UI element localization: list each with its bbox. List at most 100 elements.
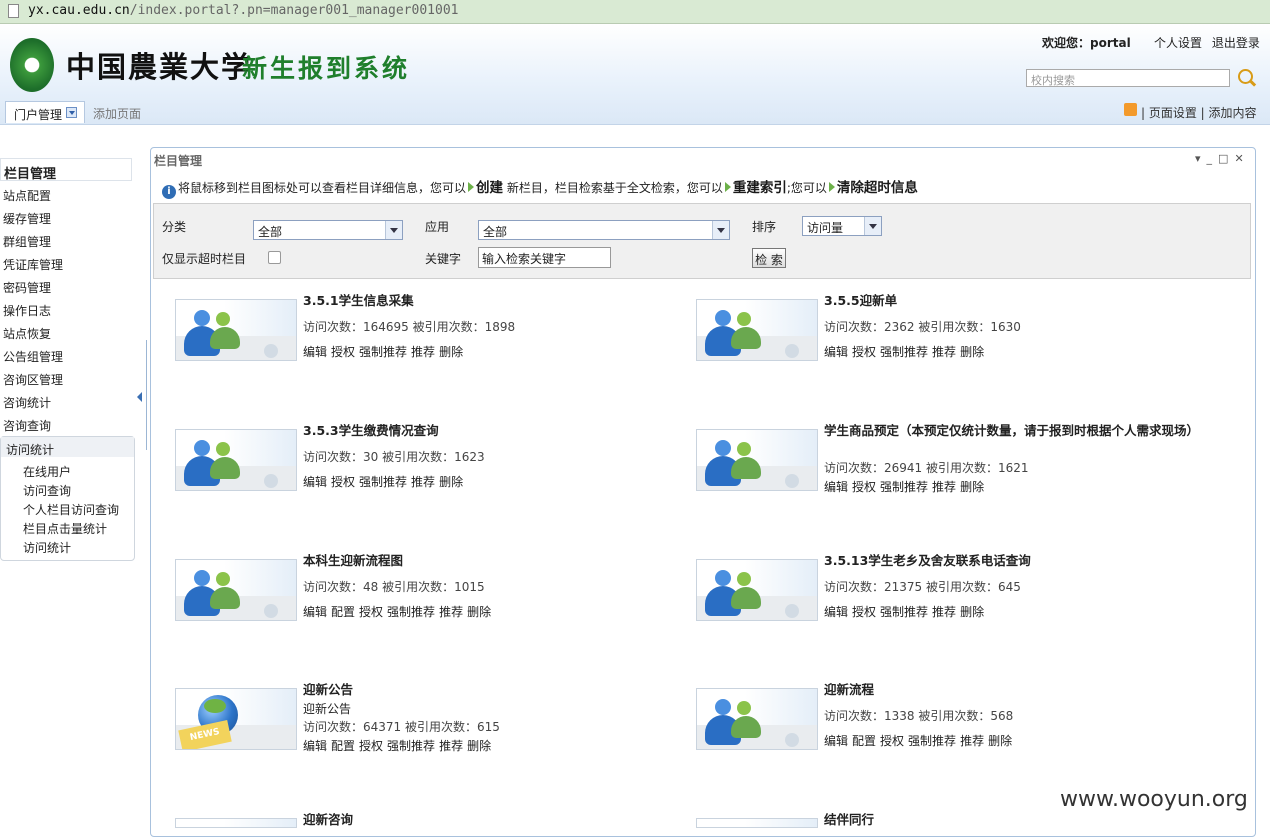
sidebar-item[interactable]: 操作日志 bbox=[3, 302, 51, 319]
item-title[interactable]: 迎新咨询 bbox=[303, 812, 693, 827]
sidebar-splitter[interactable] bbox=[146, 340, 147, 450]
category-select[interactable]: 全部 bbox=[253, 220, 403, 240]
authorize-link[interactable]: 授权 bbox=[852, 605, 876, 619]
item-title[interactable]: 迎新公告 bbox=[303, 682, 693, 697]
sidebar-subitem[interactable]: 在线用户 bbox=[23, 463, 71, 480]
authorize-link[interactable]: 授权 bbox=[331, 475, 355, 489]
maximize-icon[interactable]: □ bbox=[1218, 152, 1228, 165]
force-recommend-link[interactable]: 强制推荐 bbox=[908, 734, 956, 748]
edit-link[interactable]: 编辑 bbox=[824, 345, 848, 359]
site-search-input[interactable]: 校内搜索 bbox=[1026, 69, 1230, 87]
users-icon[interactable] bbox=[696, 818, 818, 828]
delete-link[interactable]: 删除 bbox=[467, 605, 491, 619]
create-link[interactable]: 创建 bbox=[476, 180, 503, 196]
delete-link[interactable]: 删除 bbox=[439, 475, 463, 489]
news-globe-icon[interactable]: NEWS bbox=[175, 688, 297, 750]
minimize-icon[interactable]: _ bbox=[1207, 152, 1213, 165]
force-recommend-link[interactable]: 强制推荐 bbox=[880, 605, 928, 619]
sidebar-group-label[interactable]: 访问统计 bbox=[1, 437, 134, 457]
edit-link[interactable]: 编辑 bbox=[303, 345, 327, 359]
authorize-link[interactable]: 授权 bbox=[331, 345, 355, 359]
recommend-link[interactable]: 推荐 bbox=[439, 739, 463, 753]
timeout-only-checkbox[interactable] bbox=[268, 251, 281, 264]
force-recommend-link[interactable]: 强制推荐 bbox=[880, 480, 928, 494]
config-link[interactable]: 配置 bbox=[331, 739, 355, 753]
recommend-link[interactable]: 推荐 bbox=[439, 605, 463, 619]
close-icon[interactable]: ✕ bbox=[1234, 152, 1243, 165]
users-icon[interactable] bbox=[175, 299, 297, 361]
item-title[interactable]: 3.5.5迎新单 bbox=[824, 293, 1214, 308]
users-icon[interactable] bbox=[175, 818, 297, 828]
item-title[interactable]: 学生商品预定（本预定仅统计数量，请于报到时根据个人需求现场） bbox=[824, 423, 1199, 438]
sidebar-item[interactable]: 凭证库管理 bbox=[3, 256, 63, 273]
sidebar-item[interactable]: 站点恢复 bbox=[3, 325, 51, 342]
url-text[interactable]: yx.cau.edu.cn/index.portal?.pn=manager00… bbox=[28, 3, 458, 18]
authorize-link[interactable]: 授权 bbox=[852, 345, 876, 359]
sidebar-subitem[interactable]: 访问统计 bbox=[23, 539, 71, 556]
edit-link[interactable]: 编辑 bbox=[303, 605, 327, 619]
recommend-link[interactable]: 推荐 bbox=[932, 480, 956, 494]
sidebar-item[interactable]: 缓存管理 bbox=[3, 210, 51, 227]
sort-select[interactable]: 访问量 bbox=[802, 216, 882, 236]
force-recommend-link[interactable]: 强制推荐 bbox=[359, 345, 407, 359]
page-links[interactable]: | 页面设置 | 添加内容 bbox=[1141, 104, 1257, 121]
edit-link[interactable]: 编辑 bbox=[824, 480, 848, 494]
item-title[interactable]: 结伴同行 bbox=[824, 812, 1214, 827]
config-link[interactable]: 配置 bbox=[852, 734, 876, 748]
logout-link[interactable]: 退出登录 bbox=[1212, 36, 1260, 50]
sidebar-subitem[interactable]: 栏目点击量统计 bbox=[23, 520, 107, 537]
force-recommend-link[interactable]: 强制推荐 bbox=[359, 475, 407, 489]
app-select[interactable]: 全部 bbox=[478, 220, 730, 240]
search-button[interactable]: 检 索 bbox=[752, 248, 786, 268]
force-recommend-link[interactable]: 强制推荐 bbox=[880, 345, 928, 359]
sidebar-item[interactable]: 群组管理 bbox=[3, 233, 51, 250]
personal-settings-link[interactable]: 个人设置 bbox=[1154, 36, 1202, 50]
item-title[interactable]: 3.5.1学生信息采集 bbox=[303, 293, 693, 308]
sidebar-item-column-management[interactable]: 栏目管理 bbox=[0, 158, 132, 182]
edit-link[interactable]: 编辑 bbox=[824, 734, 848, 748]
delete-link[interactable]: 删除 bbox=[988, 734, 1012, 748]
delete-link[interactable]: 删除 bbox=[439, 345, 463, 359]
sidebar-item[interactable]: 公告组管理 bbox=[3, 348, 63, 365]
sidebar-item[interactable]: 咨询统计 bbox=[3, 394, 51, 411]
sidebar-subitem[interactable]: 访问查询 bbox=[23, 482, 71, 499]
sidebar-item[interactable]: 站点配置 bbox=[3, 187, 51, 204]
item-title[interactable]: 迎新流程 bbox=[824, 682, 1214, 697]
search-icon[interactable] bbox=[1238, 69, 1253, 84]
recommend-link[interactable]: 推荐 bbox=[411, 345, 435, 359]
authorize-link[interactable]: 授权 bbox=[880, 734, 904, 748]
users-icon[interactable] bbox=[696, 299, 818, 361]
rss-icon[interactable] bbox=[1124, 103, 1137, 116]
item-title[interactable]: 本科生迎新流程图 bbox=[303, 553, 693, 568]
users-icon[interactable] bbox=[175, 559, 297, 621]
sidebar-item[interactable]: 咨询查询 bbox=[3, 417, 51, 434]
recommend-link[interactable]: 推荐 bbox=[411, 475, 435, 489]
delete-link[interactable]: 删除 bbox=[960, 345, 984, 359]
recommend-link[interactable]: 推荐 bbox=[932, 605, 956, 619]
sidebar-subitem[interactable]: 个人栏目访问查询 bbox=[23, 501, 119, 518]
delete-link[interactable]: 删除 bbox=[960, 480, 984, 494]
force-recommend-link[interactable]: 强制推荐 bbox=[387, 739, 435, 753]
authorize-link[interactable]: 授权 bbox=[359, 605, 383, 619]
recommend-link[interactable]: 推荐 bbox=[932, 345, 956, 359]
tab-add-page[interactable]: 添加页面 bbox=[93, 105, 141, 122]
item-title[interactable]: 3.5.13学生老乡及舍友联系电话查询 bbox=[824, 553, 1214, 568]
clear-timeout-link[interactable]: 清除超时信息 bbox=[837, 180, 918, 196]
tab-portal-management[interactable]: 门户管理 bbox=[5, 101, 85, 123]
delete-link[interactable]: 删除 bbox=[467, 739, 491, 753]
panel-menu-icon[interactable]: ▾ bbox=[1195, 152, 1201, 165]
authorize-link[interactable]: 授权 bbox=[852, 480, 876, 494]
config-link[interactable]: 配置 bbox=[331, 605, 355, 619]
collapse-arrow-icon[interactable] bbox=[137, 392, 142, 402]
edit-link[interactable]: 编辑 bbox=[303, 475, 327, 489]
reindex-link[interactable]: 重建索引 bbox=[733, 180, 787, 196]
sidebar-item[interactable]: 密码管理 bbox=[3, 279, 51, 296]
address-bar[interactable]: yx.cau.edu.cn/index.portal?.pn=manager00… bbox=[0, 0, 1270, 24]
users-icon[interactable] bbox=[696, 559, 818, 621]
recommend-link[interactable]: 推荐 bbox=[960, 734, 984, 748]
users-icon[interactable] bbox=[175, 429, 297, 491]
sidebar-item[interactable]: 咨询区管理 bbox=[3, 371, 63, 388]
delete-link[interactable]: 删除 bbox=[960, 605, 984, 619]
keyword-input[interactable]: 输入检索关键字 bbox=[478, 247, 611, 268]
force-recommend-link[interactable]: 强制推荐 bbox=[387, 605, 435, 619]
